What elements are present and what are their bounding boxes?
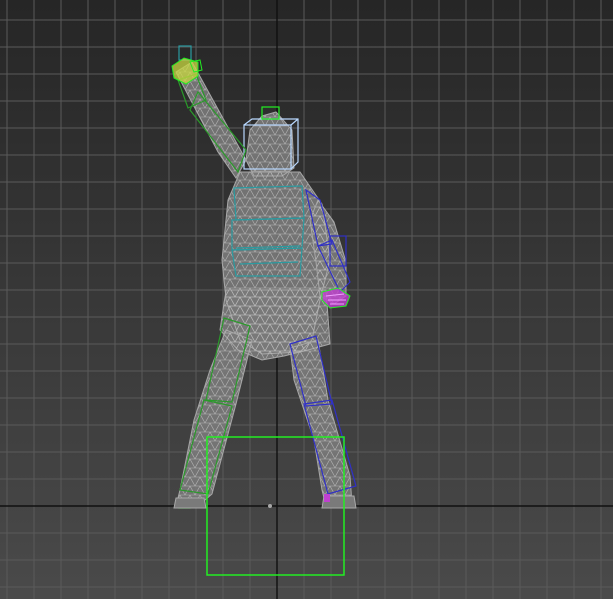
pivot-point [268,504,272,508]
left-foot-accent [324,494,330,502]
right-foot-mesh [173,497,207,509]
viewport-canvas[interactable] [0,0,613,599]
front-viewport[interactable] [0,0,613,599]
